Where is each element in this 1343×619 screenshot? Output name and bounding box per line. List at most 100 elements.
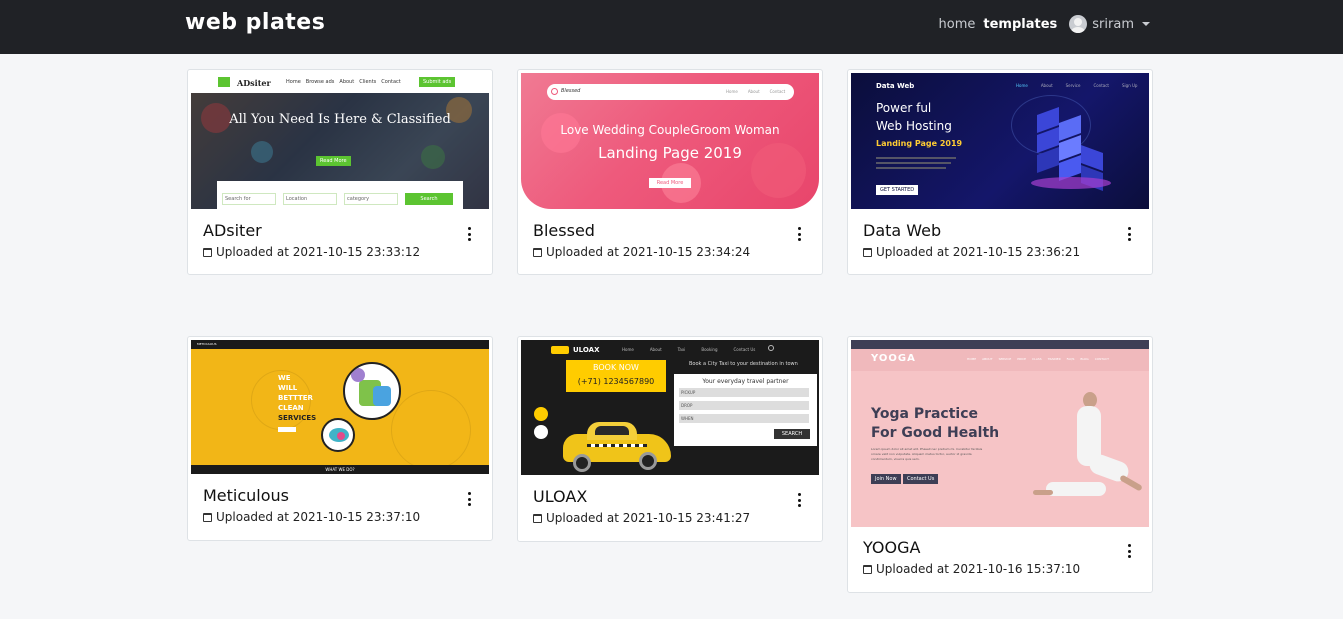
thumb-button: Read More xyxy=(316,156,351,166)
thumb-field: Location xyxy=(283,193,337,205)
thumb-menu-item: Contact xyxy=(769,89,786,94)
card-title[interactable]: ADsiter xyxy=(203,221,262,240)
thumb-menu-item: BLOG xyxy=(1080,357,1089,361)
more-options-icon[interactable] xyxy=(466,227,472,241)
upload-date: Uploaded at 2021-10-15 23:41:27 xyxy=(533,511,750,525)
calendar-icon xyxy=(533,513,542,523)
thumb-logo: Blessed xyxy=(561,88,581,94)
thumb-menu-item: Service xyxy=(1065,83,1081,88)
thumb-menu: Home Browse ads About Clients Contact xyxy=(286,79,401,85)
thumb-headline: Power ful xyxy=(876,101,932,115)
thumb-menu-item: About xyxy=(1040,83,1053,88)
card-title[interactable]: Meticulous xyxy=(203,486,289,505)
more-options-icon[interactable] xyxy=(796,493,802,507)
thumb-button: Join Now xyxy=(871,474,901,484)
thumb-field: WHEN xyxy=(679,414,809,423)
calendar-icon xyxy=(533,247,542,257)
thumb-menu: HOME ABOUT SERVICE PRICE CLASS TRAINER F… xyxy=(967,357,1109,361)
search-icon xyxy=(768,345,774,351)
calendar-icon xyxy=(863,564,872,574)
thumb-menu-item: Contact Us xyxy=(733,347,756,352)
upload-date: Uploaded at 2021-10-15 23:34:24 xyxy=(533,245,750,259)
thumb-field: category xyxy=(344,193,398,205)
template-card[interactable]: Blessed Home About Contact Love Wedding … xyxy=(517,69,823,275)
thumb-menu-item: CLASS xyxy=(1032,357,1042,361)
thumb-menu-item: Browse ads xyxy=(305,79,335,85)
upload-date-text: Uploaded at 2021-10-15 23:33:12 xyxy=(216,245,421,259)
template-card[interactable]: ULOAX Home About Taxi Booking Contact Us… xyxy=(517,336,823,542)
thumb-menu-item: Taxi xyxy=(677,347,686,352)
more-options-icon[interactable] xyxy=(1126,544,1132,558)
calendar-icon xyxy=(203,247,212,257)
thumb-menu-item: Home xyxy=(622,347,634,352)
chevron-down-icon xyxy=(1142,22,1150,26)
brand-logo[interactable]: web plates xyxy=(185,10,325,35)
thumb-search-button: Search xyxy=(405,193,453,205)
card-title[interactable]: Data Web xyxy=(863,221,941,240)
tv-icon xyxy=(218,77,230,87)
template-thumbnail[interactable]: Blessed Home About Contact Love Wedding … xyxy=(521,73,819,209)
upload-date: Uploaded at 2021-10-15 23:37:10 xyxy=(203,510,420,524)
template-card[interactable]: YOOGA HOME ABOUT SERVICE PRICE CLASS TRA… xyxy=(847,336,1153,593)
nav-templates-link[interactable]: templates xyxy=(983,17,1057,32)
thumb-headline: Love Wedding CoupleGroom Woman xyxy=(560,123,780,137)
thumb-subheadline: Landing Page 2019 xyxy=(598,144,742,162)
template-thumbnail[interactable]: METICULOUS WE WILL BETTTER CLEAN SERVICE… xyxy=(191,340,489,474)
thumb-body: Lorem ipsum dolor sit amet elit. Phasell… xyxy=(871,447,983,461)
thumb-menu-item: TRAINER xyxy=(1047,357,1061,361)
thumb-headline: For Good Health xyxy=(871,425,1000,441)
card-title[interactable]: ULOAX xyxy=(533,487,587,506)
thumb-field: PICKUP xyxy=(679,388,809,397)
template-thumbnail[interactable]: Data Web Home About Service Contact Sign… xyxy=(851,73,1149,209)
thumb-menu-item: CONTACT xyxy=(1094,357,1109,361)
thumb-menu-item: Contact xyxy=(1093,83,1109,88)
calendar-icon xyxy=(203,512,212,522)
thumb-headline: Yoga Practice xyxy=(871,406,979,422)
nav-home-link[interactable]: home xyxy=(939,17,976,32)
template-card[interactable]: METICULOUS WE WILL BETTTER CLEAN SERVICE… xyxy=(187,336,493,541)
thumb-logo: ULOAX xyxy=(573,346,600,354)
upload-date-text: Uploaded at 2021-10-15 23:41:27 xyxy=(546,511,751,525)
thumb-menu-item: SERVICE xyxy=(998,357,1012,361)
upload-date-text: Uploaded at 2021-10-15 23:36:21 xyxy=(876,245,1081,259)
template-card[interactable]: Data Web Home About Service Contact Sign… xyxy=(847,69,1153,275)
more-options-icon[interactable] xyxy=(466,492,472,506)
more-options-icon[interactable] xyxy=(1126,227,1132,241)
thumb-menu-item: About xyxy=(747,89,760,94)
thumb-menu-item: About xyxy=(649,347,662,352)
upload-date: Uploaded at 2021-10-16 15:37:10 xyxy=(863,562,1080,576)
thumb-menu-item: About xyxy=(339,79,355,85)
ring-icon xyxy=(551,88,558,95)
thumb-menu: Home About Contact xyxy=(726,89,785,94)
thumb-field: DROP xyxy=(679,401,809,410)
nav-links: home templates sriram xyxy=(939,15,1150,33)
card-title[interactable]: YOOGA xyxy=(863,538,920,557)
thumb-cta: Submit ads xyxy=(419,77,456,87)
upload-date-text: Uploaded at 2021-10-15 23:34:24 xyxy=(546,245,751,259)
upload-date: Uploaded at 2021-10-15 23:36:21 xyxy=(863,245,1080,259)
more-options-icon[interactable] xyxy=(796,227,802,241)
top-navbar: web plates home templates sriram xyxy=(0,0,1343,54)
thumb-footer: WHAT WE DO? xyxy=(325,467,355,472)
thumb-logo: Data Web xyxy=(876,82,915,90)
template-thumbnail[interactable]: YOOGA HOME ABOUT SERVICE PRICE CLASS TRA… xyxy=(851,340,1149,527)
upload-date-text: Uploaded at 2021-10-16 15:37:10 xyxy=(876,562,1081,576)
thumb-menu: Home About Service Contact Sign Up xyxy=(1016,83,1137,88)
template-card[interactable]: ADsiter Home Browse ads About Clients Co… xyxy=(187,69,493,275)
template-thumbnail[interactable]: ULOAX Home About Taxi Booking Contact Us… xyxy=(521,340,819,475)
thumb-headline: All You Need Is Here & Classified xyxy=(229,112,451,127)
user-menu[interactable]: sriram xyxy=(1069,15,1150,33)
thumb-tagline: Book a City Taxi to your destination in … xyxy=(689,361,798,367)
thumb-button: Contact Us xyxy=(903,474,939,484)
template-thumbnail[interactable]: ADsiter Home Browse ads About Clients Co… xyxy=(191,73,489,209)
thumb-logo: ADsiter xyxy=(237,78,271,88)
thumb-menu-item: Booking xyxy=(701,347,718,352)
card-title[interactable]: Blessed xyxy=(533,221,595,240)
thumb-book-now: BOOK NOW xyxy=(593,363,639,372)
thumb-phone: (+71) 1234567890 xyxy=(577,377,655,386)
upload-date-text: Uploaded at 2021-10-15 23:37:10 xyxy=(216,510,421,524)
thumb-logo: METICULOUS xyxy=(197,342,217,346)
thumb-menu-item: HOME xyxy=(967,357,977,361)
thumb-field: Search for xyxy=(222,193,276,205)
user-name: sriram xyxy=(1092,16,1134,32)
